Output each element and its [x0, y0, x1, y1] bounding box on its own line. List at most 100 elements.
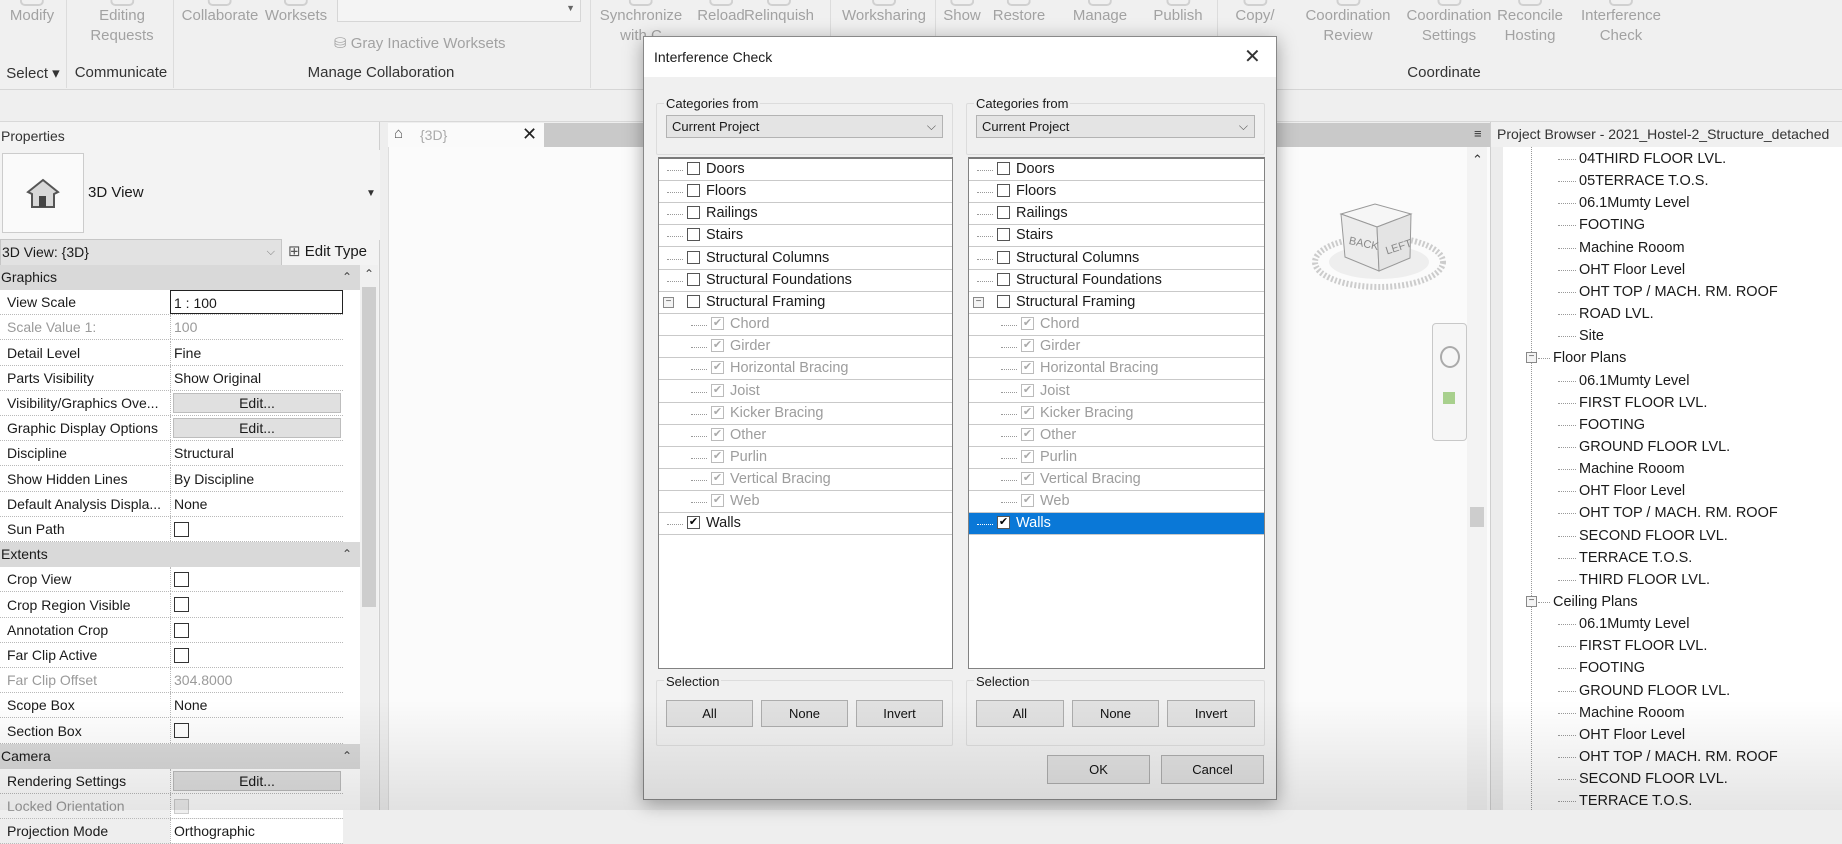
browser-item[interactable]: OHT TOP / MACH. RM. ROOF	[1491, 502, 1842, 524]
browser-item[interactable]: Site	[1491, 325, 1842, 347]
browser-item[interactable]: TERRACE T.O.S.	[1491, 790, 1842, 812]
category-row[interactable]: Doors	[969, 159, 1264, 181]
zoom-region-icon[interactable]	[1443, 392, 1455, 404]
category-row[interactable]: Structural Columns	[659, 248, 952, 270]
property-group-header[interactable]: Extents ⌃	[0, 542, 360, 568]
scroll-up-icon[interactable]: ⌃	[364, 267, 374, 281]
cancel-button[interactable]: Cancel	[1161, 755, 1264, 784]
property-value[interactable]	[170, 592, 343, 617]
property-value[interactable]: Show Original	[170, 365, 343, 390]
properties-scrollbar[interactable]: ⌃	[360, 265, 378, 810]
category-row[interactable]: Structural Foundations	[969, 270, 1264, 292]
categories-from-dropdown[interactable]: Current Project ⌵	[666, 115, 943, 138]
browser-item[interactable]: TERRACE T.O.S.	[1491, 547, 1842, 569]
property-value[interactable]: None	[170, 491, 343, 516]
panel-select[interactable]: Select ▾	[6, 64, 59, 82]
scroll-up-icon[interactable]: ⌃	[1472, 152, 1483, 168]
browser-item[interactable]: Machine Rooom	[1491, 237, 1842, 259]
selection-all-button[interactable]: All	[976, 700, 1064, 727]
property-value[interactable]: Edit...	[170, 769, 343, 793]
category-row[interactable]: ✔ Walls	[659, 513, 952, 536]
collapse-icon[interactable]: −	[973, 296, 984, 308]
ribbon-button-manage[interactable]: Manage	[1073, 0, 1127, 26]
property-value[interactable]: Edit...	[170, 391, 343, 415]
category-row[interactable]: ✔ Girder	[659, 336, 952, 359]
category-checkbox[interactable]	[687, 272, 700, 286]
category-checkbox[interactable]	[997, 184, 1010, 198]
property-value[interactable]: None	[170, 693, 343, 718]
property-group-header[interactable]: Graphics ⌃	[0, 265, 360, 290]
viewcube[interactable]: BACK LEFT	[1309, 202, 1449, 302]
scroll-thumb[interactable]	[362, 287, 376, 607]
category-row[interactable]: ✔ Joist	[659, 381, 952, 403]
category-row[interactable]: − Structural Framing	[659, 292, 952, 314]
tab-3d-view[interactable]: ⌂ {3D} ✕	[388, 123, 544, 148]
browser-item[interactable]: SECOND FLOOR LVL.	[1491, 525, 1842, 547]
collapse-icon[interactable]: −	[663, 296, 674, 308]
selection-invert-button[interactable]: Invert	[1167, 700, 1255, 727]
browser-item[interactable]: OHT Floor Level	[1491, 724, 1842, 746]
category-row[interactable]: ✔ Chord	[659, 314, 952, 337]
category-row[interactable]: Floors	[659, 181, 952, 204]
browser-item[interactable]: FOOTING	[1491, 414, 1842, 436]
browser-item[interactable]: ROAD LVL.	[1491, 303, 1842, 325]
collapse-icon[interactable]: −	[1526, 596, 1537, 607]
ribbon-button-worksets[interactable]: Worksets	[265, 0, 327, 26]
category-checkbox[interactable]	[687, 294, 700, 308]
category-row[interactable]: ✔ Horizontal Bracing	[659, 358, 952, 381]
ribbon-button-publish[interactable]: Publish	[1153, 0, 1203, 26]
category-checkbox[interactable]	[687, 228, 700, 242]
selection-invert-button[interactable]: Invert	[856, 700, 943, 727]
category-checkbox[interactable]	[687, 206, 700, 220]
edit-button[interactable]: Edit...	[173, 418, 341, 439]
ribbon-button-collaborate[interactable]: Collaborate	[182, 0, 258, 26]
category-row[interactable]: Railings	[659, 203, 952, 226]
category-row[interactable]: ✔ Girder	[969, 336, 1264, 359]
browser-item[interactable]: 06.1Mumty Level	[1491, 192, 1842, 214]
browser-item[interactable]: THIRD FLOOR LVL.	[1491, 569, 1842, 591]
browser-item[interactable]: FIRST FLOOR LVL.	[1491, 392, 1842, 414]
ribbon-button-worksharing[interactable]: Worksharing	[842, 0, 926, 26]
browser-item[interactable]: GROUND FLOOR LVL.	[1491, 680, 1842, 702]
category-row[interactable]: Stairs	[969, 225, 1264, 248]
browser-item[interactable]: FOOTING	[1491, 214, 1842, 236]
category-row[interactable]: Doors	[659, 159, 952, 181]
category-row[interactable]: ✔ Web	[659, 491, 952, 514]
category-row[interactable]: ✔ Vertical Bracing	[969, 469, 1264, 492]
category-row[interactable]: ✔ Purlin	[969, 447, 1264, 469]
category-checkbox[interactable]	[997, 162, 1010, 175]
selection-none-button[interactable]: None	[761, 700, 848, 727]
category-checkbox[interactable]	[997, 250, 1010, 264]
ribbon-button-modify[interactable]: Modify	[10, 0, 54, 26]
ribbon-button-editing[interactable]: Editing Requests	[90, 0, 154, 46]
selection-none-button[interactable]: None	[1071, 700, 1160, 727]
close-icon[interactable]: ✕	[1244, 44, 1261, 69]
property-value[interactable]: Orthographic	[170, 819, 343, 844]
category-row[interactable]: Floors	[969, 181, 1264, 204]
property-group-header[interactable]: Camera ⌃	[0, 743, 360, 769]
ribbon-button-reload[interactable]: Reload	[697, 0, 745, 26]
category-list[interactable]: Doors Floors Railings Stairs Structural Colu…	[658, 157, 953, 669]
collapse-icon[interactable]: ⌃	[342, 744, 352, 768]
browser-item[interactable]: Machine Rooom	[1491, 458, 1842, 480]
browser-item[interactable]: FIRST FLOOR LVL.	[1491, 635, 1842, 657]
category-row[interactable]: ✔ Web	[969, 491, 1264, 514]
scroll-thumb[interactable]	[1470, 507, 1484, 527]
property-value[interactable]	[170, 567, 343, 592]
category-checkbox[interactable]: ✔	[997, 516, 1010, 530]
browser-item[interactable]: 05TERRACE T.O.S.	[1491, 170, 1842, 192]
checkbox[interactable]	[174, 647, 189, 663]
property-value[interactable]	[170, 718, 343, 743]
category-row[interactable]: ✔ Horizontal Bracing	[969, 358, 1264, 381]
selection-all-button[interactable]: All	[666, 700, 753, 727]
category-row[interactable]: ✔ Kicker Bracing	[659, 403, 952, 425]
category-row[interactable]: ✔ Kicker Bracing	[969, 403, 1264, 425]
browser-group[interactable]: − Floor Plans	[1491, 347, 1842, 369]
category-row[interactable]: Structural Columns	[969, 248, 1264, 270]
property-value[interactable]: Edit...	[170, 416, 343, 441]
browser-item[interactable]: OHT Floor Level	[1491, 259, 1842, 281]
collapse-icon[interactable]: ⌃	[342, 265, 352, 289]
category-row[interactable]: ✔ Purlin	[659, 447, 952, 469]
category-checkbox[interactable]	[997, 294, 1010, 308]
workset-dropdown[interactable]: ▼	[337, 0, 581, 22]
